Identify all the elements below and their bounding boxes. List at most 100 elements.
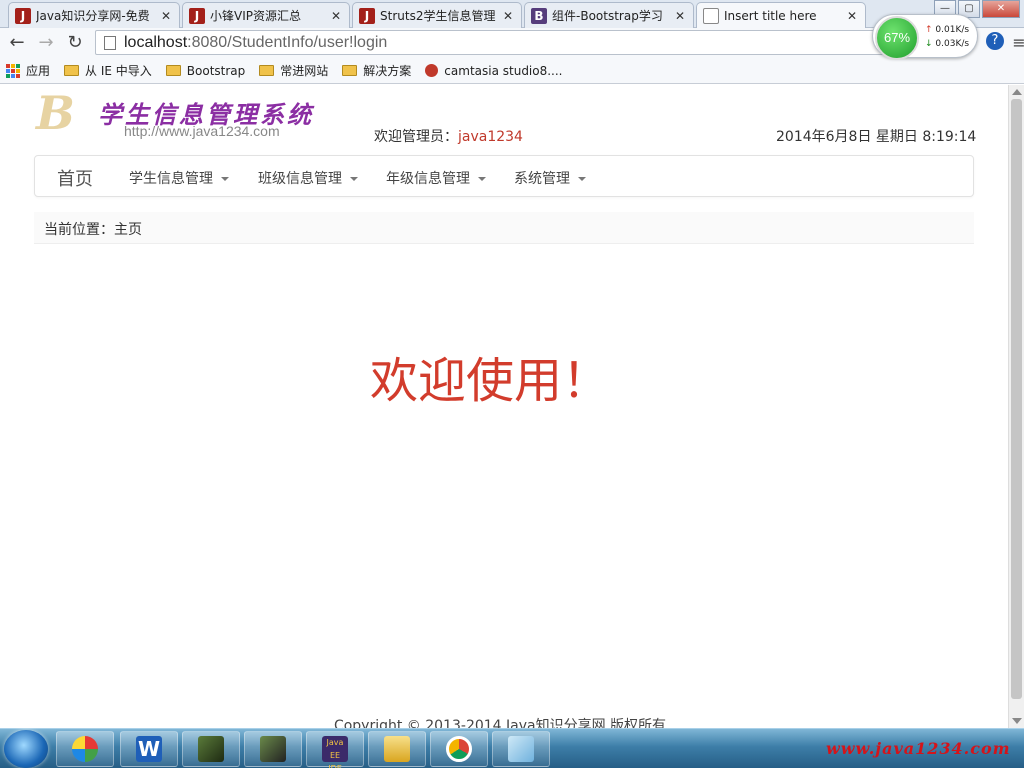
tab-struts2[interactable]: J Struts2学生信息管理 ✕	[352, 2, 522, 28]
taskbar-app-notepad[interactable]	[492, 731, 550, 767]
nav-label: 系统管理	[514, 171, 570, 187]
caret-down-icon	[478, 177, 486, 181]
caret-down-icon	[578, 177, 586, 181]
url-text: localhost:8080/StudentInfo/user!login	[124, 34, 387, 52]
browser-toolbar: ← → ↻ localhost:8080/StudentInfo/user!lo…	[0, 28, 1024, 58]
caret-down-icon	[350, 177, 358, 181]
close-icon[interactable]: ✕	[673, 9, 687, 23]
network-monitor-widget[interactable]: 67% ↑ 0.01K/s ↓ 0.03K/s	[872, 14, 978, 60]
chrome-icon	[446, 736, 472, 762]
notepad-icon	[508, 736, 534, 762]
scroll-down-icon[interactable]	[1012, 718, 1022, 724]
nav-class-management[interactable]: 班级信息管理	[258, 168, 358, 188]
upload-rate: 0.01K/s	[935, 25, 970, 35]
tab-bootstrap[interactable]: B 组件-Bootstrap学习 ✕	[524, 2, 694, 28]
download-arrow-icon: ↓	[925, 39, 933, 49]
tab-java-share[interactable]: J Java知识分享网-免费 ✕	[8, 2, 180, 28]
close-icon[interactable]: ✕	[159, 9, 173, 23]
url-path: :8080/StudentInfo/user!login	[187, 33, 388, 51]
folder-icon	[165, 65, 181, 76]
welcome-label: 欢迎管理员：	[374, 129, 458, 145]
bookmarks-bar: 应用 从 IE 中导入 Bootstrap 常进网站 解决方案 camtasia…	[0, 58, 1024, 84]
forward-arrow-icon[interactable]: →	[35, 32, 57, 54]
nav-home-link[interactable]: 首页	[57, 165, 93, 191]
tab-insert-title[interactable]: Insert title here ✕	[696, 2, 866, 29]
bookmark-camtasia[interactable]: camtasia studio8....	[425, 63, 563, 78]
wps-writer-icon: W	[136, 736, 162, 762]
windows-logo-icon	[72, 736, 98, 762]
nav-grade-management[interactable]: 年级信息管理	[386, 168, 486, 188]
taskbar-app-camtasia-recorder[interactable]	[182, 731, 240, 767]
bookmark-solutions[interactable]: 解决方案	[342, 62, 411, 79]
nav-system-management[interactable]: 系统管理	[514, 168, 586, 188]
folder-icon	[64, 65, 80, 76]
logo-url: http://www.java1234.com	[124, 123, 280, 139]
site-logo[interactable]: B 学生信息管理系统 http://www.java1234.com	[36, 86, 336, 143]
camtasia-recorder-icon	[198, 736, 224, 762]
bookmark-label: 应用	[26, 64, 51, 78]
address-bar[interactable]: localhost:8080/StudentInfo/user!login	[95, 30, 885, 55]
breadcrumb: 当前位置：主页	[34, 212, 974, 244]
main-navbar: 首页 学生信息管理 班级信息管理 年级信息管理 系统管理	[34, 155, 974, 197]
tab-vip-resources[interactable]: J 小锋VIP资源汇总 ✕	[182, 2, 350, 28]
welcome-message: 欢迎管理员：java1234	[374, 126, 523, 146]
page-favicon-icon	[703, 8, 719, 24]
taskbar-app-explorer[interactable]	[368, 731, 426, 767]
download-rate: 0.03K/s	[935, 39, 970, 49]
folder-icon	[342, 65, 358, 76]
tab-title: 组件-Bootstrap学习	[552, 9, 663, 23]
scroll-up-icon[interactable]	[1012, 89, 1022, 95]
nav-label: 班级信息管理	[258, 171, 342, 187]
bootstrap-favicon-icon: B	[531, 7, 547, 24]
taskbar-app-chrome[interactable]	[430, 731, 488, 767]
close-window-icon[interactable]: ✕	[982, 0, 1020, 18]
bookmark-label: 常进网站	[280, 64, 329, 78]
taskbar-app-wps[interactable]: W	[120, 731, 178, 767]
close-icon[interactable]: ✕	[329, 9, 343, 23]
camtasia-icon	[425, 64, 439, 77]
network-rates: ↑ 0.01K/s ↓ 0.03K/s	[925, 23, 969, 51]
folder-icon	[259, 65, 275, 76]
bookmark-label: camtasia studio8....	[444, 63, 563, 78]
taskbar-app-camtasia-studio[interactable]	[244, 731, 302, 767]
upload-arrow-icon: ↑	[925, 25, 933, 35]
current-datetime: 2014年6月8日 星期日 8:19:14	[776, 129, 977, 145]
logo-mark-icon: B	[36, 86, 75, 140]
bookmark-label: 解决方案	[363, 64, 412, 78]
bookmark-label: Bootstrap	[186, 63, 246, 78]
java-ee-ide-icon: Java EEIDE	[322, 736, 348, 768]
page-scrollbar[interactable]	[1008, 85, 1024, 728]
taskbar-app-colorful[interactable]	[56, 731, 114, 767]
memory-usage-gauge: 67%	[875, 16, 919, 60]
tab-title: 小锋VIP资源汇总	[210, 9, 301, 23]
apps-grid-icon	[6, 63, 20, 78]
help-icon[interactable]: ?	[986, 32, 1004, 50]
close-icon[interactable]: ✕	[501, 9, 515, 23]
windows-taskbar: W Java EEIDE www.java1234.com	[0, 728, 1024, 768]
file-explorer-icon	[384, 736, 410, 762]
taskbar-app-java-ee-ide[interactable]: Java EEIDE	[306, 731, 364, 768]
bookmark-apps[interactable]: 应用	[6, 62, 50, 79]
page-footer: Copyright © 2013-2014 Java知识分享网 版权所有	[333, 718, 667, 728]
nav-student-management[interactable]: 学生信息管理	[129, 168, 229, 188]
page-content: B 学生信息管理系统 http://www.java1234.com 欢迎管理员…	[0, 85, 1008, 728]
nav-label: 学生信息管理	[129, 171, 213, 187]
camtasia-studio-icon	[260, 736, 286, 762]
bookmark-label: 从 IE 中导入	[85, 64, 152, 78]
scrollbar-thumb[interactable]	[1011, 99, 1022, 699]
bookmark-frequent-sites[interactable]: 常进网站	[259, 62, 328, 79]
current-user: java1234	[458, 129, 523, 145]
start-button[interactable]	[4, 730, 48, 768]
nav-label: 年级信息管理	[386, 171, 470, 187]
browser-tab-bar: J Java知识分享网-免费 ✕ J 小锋VIP资源汇总 ✕ J Struts2…	[0, 0, 1024, 29]
java1234-favicon-icon: J	[189, 7, 205, 24]
menu-icon[interactable]: ≡	[1008, 32, 1024, 54]
back-arrow-icon[interactable]: ←	[6, 32, 28, 54]
tab-title: Struts2学生信息管理	[380, 9, 496, 23]
close-icon[interactable]: ✕	[845, 9, 859, 23]
bookmark-bootstrap[interactable]: Bootstrap	[165, 63, 246, 78]
bookmark-import-ie[interactable]: 从 IE 中导入	[64, 62, 152, 79]
reload-icon[interactable]: ↻	[64, 32, 86, 54]
welcome-hero-text: 欢迎使用！	[369, 353, 610, 409]
java1234-favicon-icon: J	[15, 7, 31, 24]
